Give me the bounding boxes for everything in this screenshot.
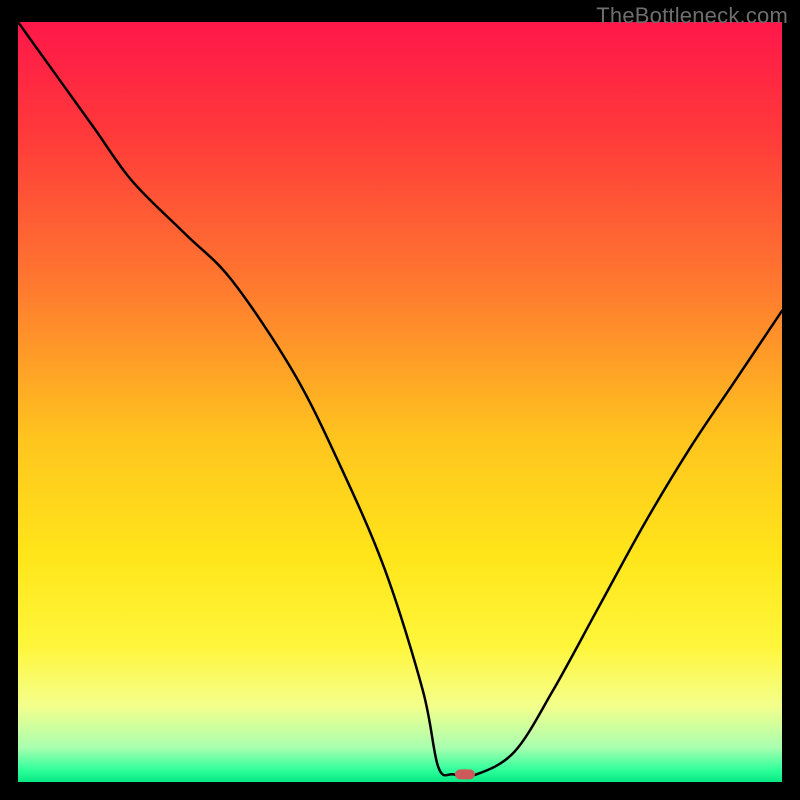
- plot-area: [18, 22, 782, 782]
- optimum-marker: [455, 769, 475, 779]
- attribution-watermark: TheBottleneck.com: [596, 3, 788, 29]
- chart-svg: [18, 22, 782, 782]
- chart-background: [18, 22, 782, 782]
- chart-frame: TheBottleneck.com: [0, 0, 800, 800]
